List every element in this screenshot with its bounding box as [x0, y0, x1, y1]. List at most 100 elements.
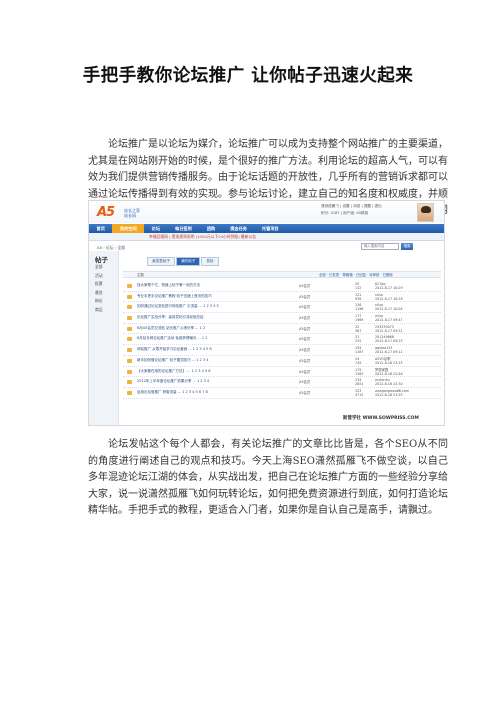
folder-icon: [127, 337, 132, 342]
thread-title[interactable]: 新手如何做论坛推广 帖子置顶技巧 ... 1 2 3 4: [137, 358, 287, 362]
thread-last-post[interactable]: ASYO谷歌 2012-8-16 23:15: [375, 357, 403, 365]
sidebar-item-rewards[interactable]: 悬赏: [89, 289, 118, 298]
thread-title[interactable]: 运用论坛做推广 获取流量 ... 1 2 3 4 5 6 7 8: [137, 390, 287, 394]
tab-new-post[interactable]: 发帖: [201, 257, 219, 266]
thread-author[interactable]: A5会员: [299, 336, 310, 341]
thread-last-post[interactable]: 627qq 2012-8-17 10:29: [375, 282, 403, 290]
folder-icon: [127, 316, 132, 321]
filter-links[interactable]: 全部 · 已发表 · 草稿箱 · 已回复 · 待审核 · 已删除: [319, 273, 393, 278]
folder-icon: [127, 348, 132, 353]
sidebar-item-events[interactable]: 活动: [89, 272, 118, 281]
nav-item-tasks[interactable]: 提金任务: [223, 224, 255, 233]
notice-link[interactable]: 幸福回报网 | 提现规则说明 (1000元以下24小时到账) 最新公告: [149, 234, 256, 240]
thread-title[interactable]: 网站推广 从零开始学习论坛营销 ... 1 2 3 4 5 6: [137, 347, 287, 351]
nav-item-checkin[interactable]: 每日签到: [168, 224, 200, 233]
thread-last-post[interactable]: qqxiao123 2012-8-17 09:12: [375, 346, 403, 354]
thread-author[interactable]: A5会员: [299, 326, 310, 331]
thread-author[interactable]: A5会员: [299, 390, 310, 395]
thread-author[interactable]: A5会员: [299, 283, 310, 288]
folder-icon: [127, 358, 132, 363]
table-row[interactable]: 找大家帮个忙，快速上帖子第一页的方法 A5会员 29 132 627qq 2012-8…: [123, 281, 441, 292]
thread-author[interactable]: A5会员: [299, 379, 310, 384]
screenshot-header: A5 站长之家 站长网 潇然孤雁飞 | 设置 | 消息 | 提醒 | 退出 积分…: [89, 201, 444, 223]
sidebar-item-debates[interactable]: 辩论: [89, 297, 118, 306]
table-header: 主题 全部 · 已发表 · 草稿箱 · 已回复 · 待审核 · 已删除: [123, 271, 441, 278]
thread-author[interactable]: A5会员: [299, 304, 310, 309]
thread-list: 找大家帮个忙，快速上帖子第一页的方法 A5会员 29 132 627qq 2012-8…: [123, 281, 441, 399]
thread-author[interactable]: A5会员: [299, 369, 310, 374]
thread-title[interactable]: 【大家都在用的论坛推广方法】 ... 1 2 3 4 5 6: [137, 369, 287, 373]
thread-reply-count: 121 938: [355, 292, 362, 301]
table-row[interactable]: 【大家都在用的论坛推广方法】 ... 1 2 3 4 5 6 A5会员 179 15…: [123, 367, 441, 378]
nav-item-projects[interactable]: 托管项目: [254, 224, 286, 233]
table-row[interactable]: 6月站长网论坛推广活动 免费获得曝光 ... 1 2 A5会员 31 255 2012…: [123, 334, 441, 346]
thread-reply-count: 29 132: [355, 282, 362, 290]
logo-text: A5: [97, 205, 115, 220]
nav-item-my-space[interactable]: 我的空间: [112, 224, 145, 233]
table-row[interactable]: 专业手把手论坛推广教程 帖子迅速上首页的技巧 A5会员 121 938 niluo 2…: [123, 292, 441, 303]
watermark: 斯普学社 WWW.SOWPRISS.COM: [343, 416, 419, 421]
thread-reply-count: 31 255: [355, 335, 362, 344]
search-input[interactable]: 输入搜索内容: [361, 243, 399, 250]
table-row[interactable]: 新手如何做论坛推广 帖子置顶技巧 ... 1 2 3 4 A5会员 54 745 AS…: [123, 356, 441, 367]
thread-author[interactable]: A5会员: [299, 347, 310, 352]
thread-reply-count: 194 1187: [355, 346, 364, 355]
nav-item-forum[interactable]: 论坛: [144, 224, 167, 233]
thread-last-post[interactable]: wangangwoo66.com 2012-8-16 21:55: [375, 389, 409, 397]
user-links[interactable]: 潇然孤雁飞 | 设置 | 消息 | 提醒 | 退出: [321, 204, 382, 209]
thread-last-post[interactable]: myforrev 2012-8-16 22:30: [375, 378, 403, 386]
thread-last-post[interactable]: niluo 2012-8-17 09:47: [375, 314, 403, 322]
body-paragraph: 论坛发帖这个每个人都会，有关论坛推广的文章比比皆是，各个SEO从不同的角度进行阐…: [88, 439, 448, 516]
tab-my-posts[interactable]: 我的帖子: [175, 257, 201, 266]
search-button[interactable]: 搜索: [401, 243, 413, 250]
folder-icon: [127, 326, 132, 331]
thread-author[interactable]: A5会员: [299, 294, 310, 299]
thread-last-post[interactable]: niluo 2012-8-17 10:18: [375, 293, 403, 301]
thread-author[interactable]: A5会员: [299, 358, 310, 363]
folder-icon: [127, 369, 132, 374]
avatar[interactable]: [417, 203, 434, 222]
sidebar-item-polls[interactable]: 投票: [89, 280, 118, 289]
thread-last-post[interactable]: niluo 2012-8-17 10:04: [375, 303, 403, 311]
logo-subtext: 站长之家 站长网: [124, 208, 140, 218]
table-row[interactable]: 如何通过论坛发帖进行网站推广 引流量 ... 1 2 3 4 5 A5会员 126 …: [123, 302, 441, 314]
nav-item-home[interactable]: 首页: [89, 224, 112, 233]
sidebar-item-goods[interactable]: 商品: [89, 306, 118, 315]
thread-title[interactable]: 6月站长网论坛推广活动 免费获得曝光 ... 1 2: [137, 336, 287, 340]
thread-reply-count: 54 745: [355, 356, 362, 365]
thread-title[interactable]: 如何通过论坛发帖进行网站推广 引流量 ... 1 2 3 4 5: [137, 304, 287, 308]
thread-reply-count: 179 1563: [355, 367, 364, 376]
thread-reply-count: 323 4715: [355, 388, 364, 397]
post-tabs: 我发表帖子 我的帖子 发帖: [147, 257, 220, 266]
thread-reply-count: 177 1969: [355, 314, 364, 323]
thread-title[interactable]: 2012年上半年度论坛推广效果分享 ... 1 2 3 4: [137, 379, 287, 383]
table-row[interactable]: 运用论坛做推广 获取流量 ... 1 2 3 4 5 6 7 8 A5会员 323 …: [123, 388, 441, 399]
main-nav: 首页 我的空间 论坛 每日签到 团购 提金任务 托管项目: [89, 224, 444, 233]
nav-item-group-buy[interactable]: 团购: [199, 224, 222, 233]
sidebar-item-all[interactable]: 全部: [89, 263, 118, 272]
thread-reply-count: 126 1196: [355, 303, 364, 312]
thread-last-post[interactable]: 201249668 2012-8-17 09:25: [375, 335, 403, 343]
thread-author[interactable]: A5会员: [299, 315, 310, 320]
forum-screenshot: A5 站长之家 站长网 潇然孤雁飞 | 设置 | 消息 | 提醒 | 退出 积分…: [88, 200, 445, 426]
table-row[interactable]: 2012年上半年度论坛推广效果分享 ... 1 2 3 4 A5会员 234 285…: [123, 377, 441, 388]
thread-title[interactable]: 找大家帮个忙，快速上帖子第一页的方法: [137, 283, 287, 287]
user-stats: 积分: 3187 | 用户组: A5精英: [321, 211, 369, 215]
thread-title[interactable]: 专业手把手论坛推广教程 帖子迅速上首页的技巧: [137, 294, 287, 298]
thread-reply-count: 234 2851: [355, 378, 364, 387]
sidebar-heading: 帖子: [95, 256, 108, 264]
thread-last-post[interactable]: 梦想家园 2012-8-16 22:46: [375, 368, 403, 376]
thread-title[interactable]: 论坛推广实战分享：高效发帖引流经验总结: [137, 315, 287, 319]
table-row[interactable]: 网站推广 从零开始学习论坛营销 ... 1 2 3 4 5 6 A5会员 194 1…: [123, 345, 441, 356]
a5-logo: A5 站长之家 站长网: [97, 205, 140, 220]
notice-bar: 幸福回报网 | 提现规则说明 (1000元以下24小时到账) 最新公告: [89, 233, 444, 241]
doc-title: 手把手教你论坛推广 让你帖子迅速火起来: [82, 66, 414, 86]
table-row[interactable]: 论坛推广实战分享：高效发帖引流经验总结 A5会员 177 1969 niluo 201…: [123, 313, 441, 324]
thread-last-post[interactable]: 259339075 2012-8-17 09:31: [375, 325, 403, 333]
tab-posted[interactable]: 我发表帖子: [147, 257, 175, 266]
table-row[interactable]: 6月A5会员交流贴 站长推广心得分享 ... 1 2 A5会员 32 367 2593…: [123, 324, 441, 335]
folder-icon: [127, 390, 132, 395]
thread-title[interactable]: 6月A5会员交流贴 站长推广心得分享 ... 1 2: [137, 326, 287, 330]
sidebar: 帖子 全部 活动 投票 悬赏 辩论 商品: [89, 251, 119, 425]
folder-icon: [127, 284, 132, 288]
